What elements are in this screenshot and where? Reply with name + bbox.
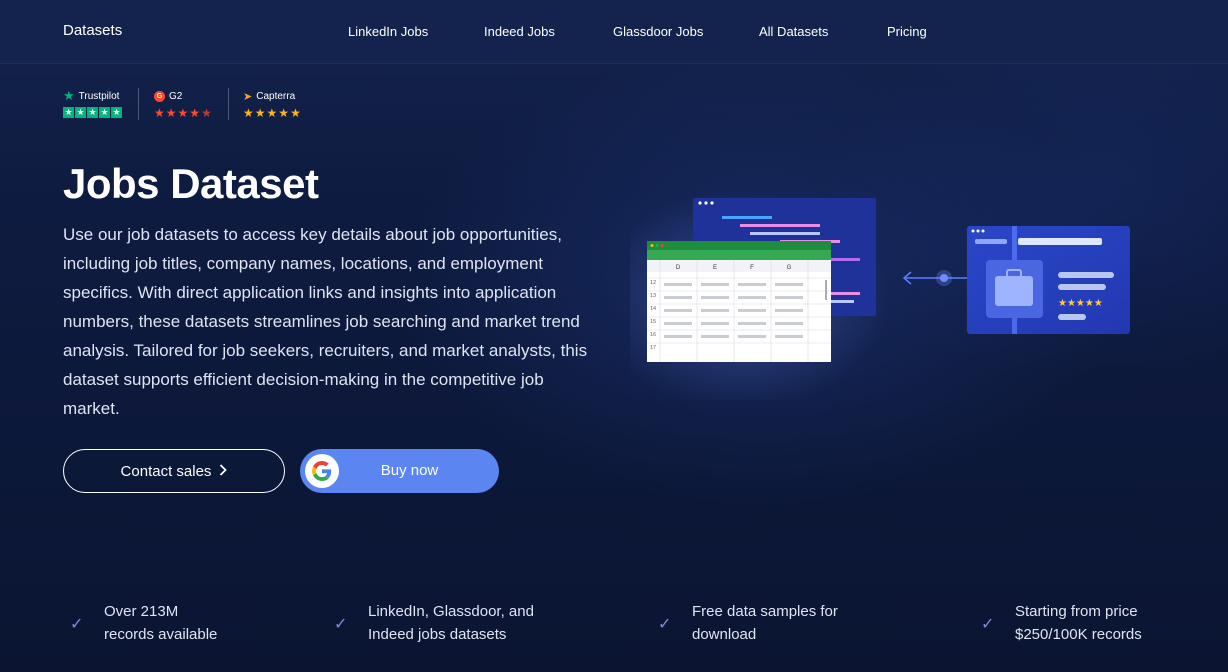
feature-line: records available bbox=[104, 626, 218, 643]
feature-line: download bbox=[692, 626, 757, 643]
trustpilot-star-icon: ★ bbox=[63, 88, 75, 103]
contact-sales-button[interactable]: Contact sales bbox=[63, 449, 285, 493]
capterra-stars: ★ ★ ★ ★ ★ bbox=[243, 107, 301, 119]
top-nav: Datasets LinkedIn Jobs Indeed Jobs Glass… bbox=[0, 0, 1228, 64]
column-header: D bbox=[676, 265, 681, 271]
feature-list: ✓ Over 213M records available ✓ LinkedIn… bbox=[0, 600, 1228, 660]
trustpilot-stars: ★ ★ ★ ★ ★ bbox=[63, 107, 122, 118]
star-icon: ★ bbox=[189, 106, 201, 120]
star-icon: ★ bbox=[177, 106, 189, 120]
page-title: Jobs Dataset bbox=[63, 160, 319, 207]
capterra-label: Capterra bbox=[256, 90, 296, 102]
nav-glassdoor-jobs[interactable]: Glassdoor Jobs bbox=[613, 24, 703, 39]
star-icon: ★ bbox=[154, 106, 165, 120]
check-icon: ✓ bbox=[334, 616, 348, 633]
column-header: E bbox=[713, 265, 717, 271]
star-icon: ★ bbox=[165, 106, 177, 120]
star-icon: ★ bbox=[75, 107, 86, 118]
feature-item: ✓ Free data samples for download bbox=[658, 600, 838, 646]
dataset-illustration: D E F G 12 13 14 15 16 17 ★★★★★ bbox=[630, 190, 1130, 400]
nav-all-datasets[interactable]: All Datasets bbox=[759, 24, 828, 39]
star-icon: ★ bbox=[278, 106, 290, 120]
contact-sales-label: Contact sales bbox=[120, 462, 212, 480]
row-number: 12 bbox=[650, 280, 656, 286]
capterra-logo-icon: ➤ bbox=[243, 90, 253, 103]
nav-indeed-jobs[interactable]: Indeed Jobs bbox=[484, 24, 555, 39]
star-icon: ★ bbox=[111, 107, 122, 118]
hero-description: Use our job datasets to access key detai… bbox=[63, 225, 588, 418]
buy-now-button[interactable]: Buy now bbox=[300, 449, 499, 493]
column-header: F bbox=[750, 265, 754, 271]
feature-item: ✓ Starting from price $250/100K records bbox=[981, 600, 1142, 646]
divider bbox=[228, 88, 229, 120]
column-header: G bbox=[787, 265, 792, 271]
feature-item: ✓ Over 213M records available bbox=[70, 600, 217, 646]
brand-logo[interactable]: Datasets bbox=[63, 22, 122, 39]
g2-rating[interactable]: G G2 ★ ★ ★ ★ ★ bbox=[154, 88, 212, 122]
g2-label: G2 bbox=[169, 90, 183, 102]
nav-linkedin-jobs[interactable]: LinkedIn Jobs bbox=[348, 24, 428, 39]
feature-line: Starting from price bbox=[1015, 603, 1138, 620]
star-icon: ★ bbox=[87, 107, 98, 118]
half-star-icon: ★ bbox=[201, 106, 212, 120]
trustpilot-label: Trustpilot bbox=[78, 90, 120, 102]
row-number: 16 bbox=[650, 332, 656, 338]
star-icon: ★ bbox=[290, 106, 301, 120]
nav-pricing[interactable]: Pricing bbox=[887, 24, 927, 39]
row-number: 14 bbox=[650, 306, 656, 312]
feature-line: Over 213M bbox=[104, 603, 179, 620]
star-icon: ★ bbox=[63, 107, 74, 118]
feature-item: ✓ LinkedIn, Glassdoor, and Indeed jobs d… bbox=[334, 600, 534, 646]
star-icon: ★ bbox=[243, 106, 254, 120]
rating-stars-icon: ★★★★★ bbox=[1058, 298, 1103, 309]
check-icon: ✓ bbox=[658, 616, 672, 633]
feature-line: Indeed jobs datasets bbox=[368, 626, 507, 643]
chevron-right-icon bbox=[219, 463, 228, 480]
trustpilot-rating[interactable]: ★ Trustpilot ★ ★ ★ ★ ★ bbox=[63, 88, 122, 122]
g2-stars: ★ ★ ★ ★ ★ bbox=[154, 107, 212, 119]
feature-line: $250/100K records bbox=[1015, 626, 1142, 643]
check-icon: ✓ bbox=[70, 616, 84, 633]
row-number: 15 bbox=[650, 319, 656, 325]
row-number: 17 bbox=[650, 345, 656, 351]
feature-line: LinkedIn, Glassdoor, and bbox=[368, 603, 534, 620]
row-number: 13 bbox=[650, 293, 656, 299]
capterra-rating[interactable]: ➤ Capterra ★ ★ ★ ★ ★ bbox=[243, 88, 301, 122]
star-icon: ★ bbox=[266, 106, 278, 120]
divider bbox=[138, 88, 139, 120]
g2-logo-icon: G bbox=[154, 90, 165, 102]
star-icon: ★ bbox=[254, 106, 266, 120]
star-icon: ★ bbox=[99, 107, 110, 118]
check-icon: ✓ bbox=[981, 616, 995, 633]
feature-line: Free data samples for bbox=[692, 603, 838, 620]
buy-now-label: Buy now bbox=[380, 462, 439, 479]
